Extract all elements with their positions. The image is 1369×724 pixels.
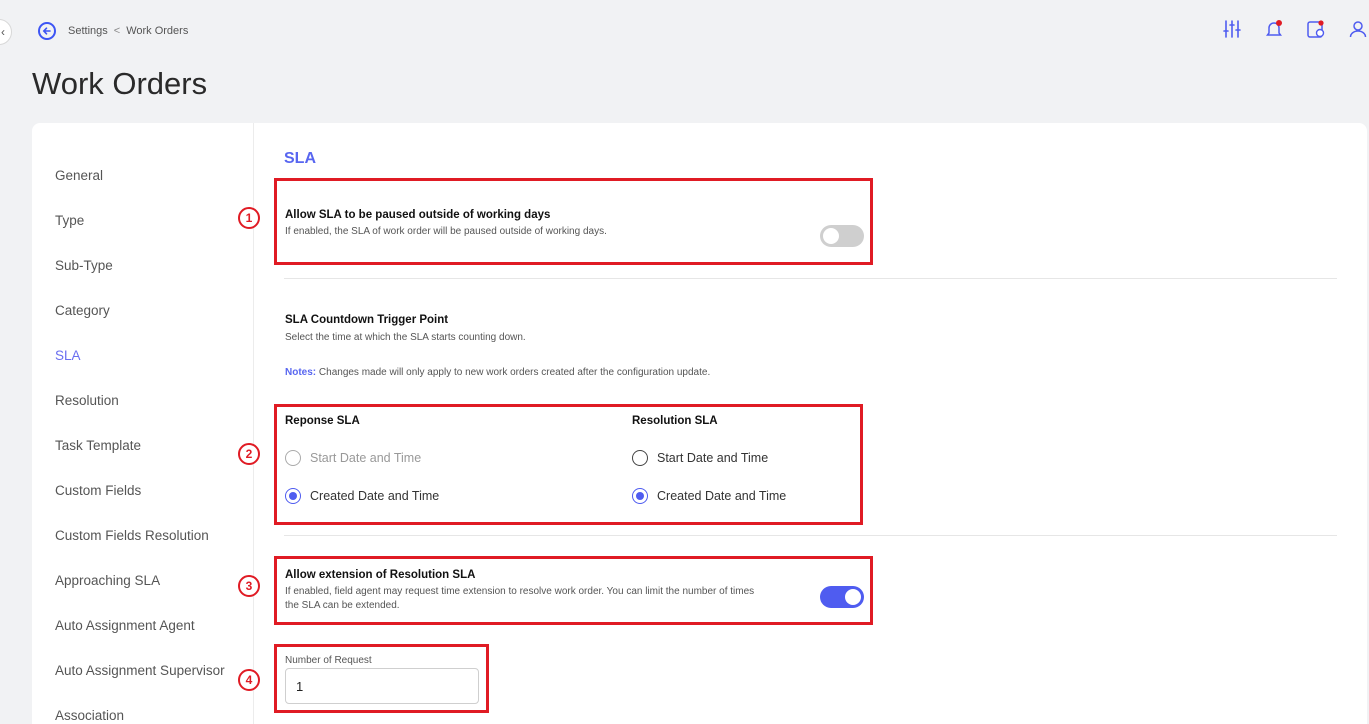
countdown-notes: Notes: Changes made will only apply to n…	[285, 366, 710, 380]
toggle-knob	[845, 589, 861, 605]
sliders-icon[interactable]	[1221, 18, 1243, 40]
resolution-sla-title: Resolution SLA	[632, 415, 718, 427]
sla-content: SLA 1 Allow SLA to be paused outside of …	[238, 123, 1367, 724]
response-start-radio[interactable]: Start Date and Time	[285, 450, 421, 466]
breadcrumb-settings[interactable]: Settings	[68, 25, 108, 37]
arrow-left-icon	[42, 27, 51, 35]
breadcrumb-work-orders: Work Orders	[126, 25, 189, 37]
bell-icon[interactable]	[1263, 18, 1285, 40]
sidebar-item-association[interactable]: Association	[55, 708, 124, 723]
annotation-badge-2: 2	[238, 443, 260, 465]
response-start-label: Start Date and Time	[310, 451, 422, 465]
sidebar-item-category[interactable]: Category	[55, 303, 110, 318]
radio-circle	[285, 488, 301, 504]
notes-label: Notes:	[285, 367, 317, 378]
response-created-label: Created Date and Time	[310, 489, 440, 503]
sidebar-item-auto-assignment-agent[interactable]: Auto Assignment Agent	[55, 618, 195, 633]
response-created-radio[interactable]: Created Date and Time	[285, 488, 439, 504]
sidebar-item-approaching-sla[interactable]: Approaching SLA	[55, 573, 160, 588]
sidebar-item-auto-assignment-supervisor[interactable]: Auto Assignment Supervisor	[55, 663, 225, 678]
pause-option-description: If enabled, the SLA of work order will b…	[285, 226, 607, 237]
sidebar-item-sla[interactable]: SLA	[55, 348, 81, 363]
divider	[284, 535, 1337, 536]
divider	[284, 278, 1337, 279]
toggle-knob	[823, 228, 839, 244]
chevron-left-icon: ‹	[1, 25, 5, 39]
annotation-badge-3: 3	[238, 575, 260, 597]
section-title: SLA	[284, 150, 316, 167]
response-sla-title: Reponse SLA	[285, 415, 360, 427]
sidebar-item-type[interactable]: Type	[55, 213, 84, 228]
page-title: Work Orders	[32, 66, 208, 101]
radio-circle	[285, 450, 301, 466]
request-count-label: Number of Request	[285, 655, 372, 666]
annotation-badge-4: 4	[238, 669, 260, 691]
settings-panel: General Type Sub-Type Category SLA Resol…	[32, 123, 1367, 724]
sidebar-item-custom-fields-resolution[interactable]: Custom Fields Resolution	[55, 528, 209, 543]
pause-sla-toggle[interactable]	[820, 225, 864, 247]
request-count-input[interactable]	[285, 668, 479, 704]
settings-sidebar: General Type Sub-Type Category SLA Resol…	[32, 123, 254, 724]
pause-option-title: Allow SLA to be paused outside of workin…	[285, 209, 551, 221]
radio-circle	[632, 488, 648, 504]
breadcrumb: Settings < Work Orders	[68, 25, 188, 37]
annotation-badge-1: 1	[238, 207, 260, 229]
notes-text: Changes made will only apply to new work…	[318, 367, 711, 378]
resolution-created-radio[interactable]: Created Date and Time	[632, 488, 786, 504]
extension-sla-toggle[interactable]	[820, 586, 864, 608]
sidebar-item-sub-type[interactable]: Sub-Type	[55, 258, 113, 273]
extension-description-line1: If enabled, field agent may request time…	[285, 586, 755, 597]
highlight-pause-option	[274, 178, 873, 265]
collapse-sidebar-button[interactable]: ‹	[0, 19, 12, 45]
user-icon[interactable]	[1347, 18, 1369, 40]
radio-circle	[632, 450, 648, 466]
sidebar-item-task-template[interactable]: Task Template	[55, 438, 141, 453]
resolution-created-label: Created Date and Time	[657, 489, 787, 503]
calendar-settings-icon[interactable]	[1305, 18, 1327, 40]
resolution-start-radio[interactable]: Start Date and Time	[632, 450, 768, 466]
resolution-start-label: Start Date and Time	[657, 451, 769, 465]
sidebar-item-custom-fields[interactable]: Custom Fields	[55, 483, 141, 498]
sidebar-item-resolution[interactable]: Resolution	[55, 393, 119, 408]
back-button[interactable]	[38, 22, 56, 40]
countdown-description: Select the time at which the SLA starts …	[285, 332, 526, 343]
countdown-title: SLA Countdown Trigger Point	[285, 314, 449, 326]
topbar: Settings < Work Orders	[38, 19, 188, 43]
extension-description-line2: the SLA can be extended.	[285, 600, 400, 611]
extension-option-title: Allow extension of Resolution SLA	[285, 569, 476, 581]
sidebar-item-general[interactable]: General	[55, 168, 103, 183]
breadcrumb-separator: <	[113, 25, 121, 37]
header-actions	[1221, 18, 1369, 40]
